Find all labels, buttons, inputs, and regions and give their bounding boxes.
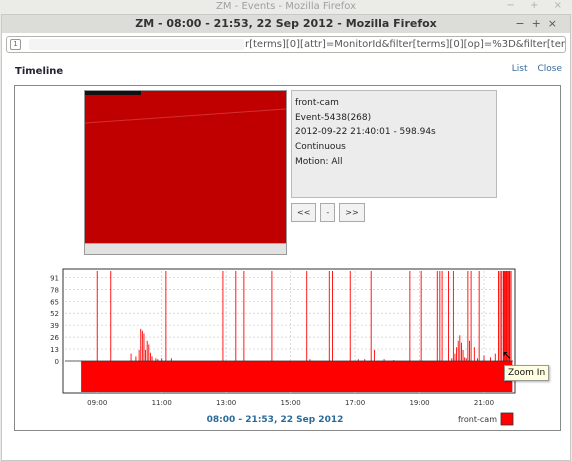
event-id: Event-5438(268) — [295, 112, 372, 123]
event-time: 2012-09-22 21:40:01 - 598.94s — [295, 127, 436, 138]
y-tick-label: 26 — [50, 334, 59, 342]
x-tick-label: 09:00 — [87, 399, 107, 407]
legend-label: front-cam — [458, 415, 497, 424]
event-coverage-bar[interactable] — [81, 361, 513, 392]
y-tick-label: 65 — [50, 298, 59, 306]
close-window-button[interactable]: × — [548, 17, 564, 30]
middle-nav-button[interactable]: - — [320, 203, 336, 222]
timeline-panel: front-cam Event-5438(268) 2012-09-22 21:… — [14, 85, 561, 431]
site-identity-icon[interactable]: 1 — [10, 39, 21, 50]
page-links: List Close — [502, 64, 562, 74]
mouse-cursor-icon: ↖ — [502, 348, 513, 362]
preview-scene — [85, 108, 286, 124]
x-tick-label: 15:00 — [281, 399, 301, 407]
next-event-button[interactable]: >> — [339, 203, 365, 222]
y-tick-label: 13 — [50, 346, 59, 354]
close-link[interactable]: Close — [537, 64, 562, 74]
y-tick-label: 91 — [50, 274, 59, 282]
y-tick-label: 39 — [50, 322, 59, 330]
minimize-button[interactable]: − — [515, 17, 531, 30]
event-mode: Continuous — [295, 142, 346, 153]
x-tick-label: 13:00 — [216, 399, 236, 407]
url-redacted — [29, 39, 244, 50]
event-navigation: << - >> — [291, 203, 369, 222]
x-tick-label: 21:00 — [474, 399, 494, 407]
prev-event-button[interactable]: << — [291, 203, 317, 222]
y-tick-label: 0 — [55, 358, 59, 366]
timeline-chart[interactable]: 91 78 65 52 39 26 13 0 09:00 11:00 13:00 15:00 17:00… — [15, 256, 560, 430]
x-tick-label: 19:00 — [409, 399, 429, 407]
list-link[interactable]: List — [512, 64, 528, 74]
preview-progress-bar[interactable] — [85, 243, 286, 254]
event-info-box: front-cam Event-5438(268) 2012-09-22 21:… — [291, 90, 497, 198]
chart-range-label: 08:00 - 21:53, 22 Sep 2012 — [207, 415, 344, 425]
event-monitor: front-cam — [295, 98, 339, 108]
legend-swatch[interactable] — [500, 412, 514, 426]
y-tick-label: 52 — [50, 310, 59, 318]
url-bar[interactable]: 1 r[terms][0][attr]=MonitorId&filter[ter… — [6, 36, 566, 53]
page-content: Timeline List Close front-cam Event-5438(… — [2, 55, 570, 460]
x-tick-label: 11:00 — [152, 399, 172, 407]
event-preview-image[interactable] — [84, 90, 287, 255]
browser-window: ZM - 08:00 - 21:53, 22 Sep 2012 - Mozill… — [1, 14, 571, 461]
outer-window-title: ZM - Events - Mozilla Firefox — [0, 0, 572, 14]
event-motion: Motion: All — [295, 156, 343, 167]
url-text: r[terms][0][attr]=MonitorId&filter[terms… — [245, 39, 566, 50]
page-title: Timeline — [15, 66, 64, 77]
x-tick-label: 17:00 — [345, 399, 365, 407]
y-tick-label: 78 — [50, 286, 59, 294]
window-controls: −+× — [515, 15, 564, 33]
zoom-in-tooltip: Zoom In — [504, 365, 550, 381]
maximize-button[interactable]: + — [532, 17, 548, 30]
window-title: ZM - 08:00 - 21:53, 22 Sep 2012 - Mozill… — [2, 15, 570, 33]
outer-window-controls: − + × — [506, 0, 568, 11]
